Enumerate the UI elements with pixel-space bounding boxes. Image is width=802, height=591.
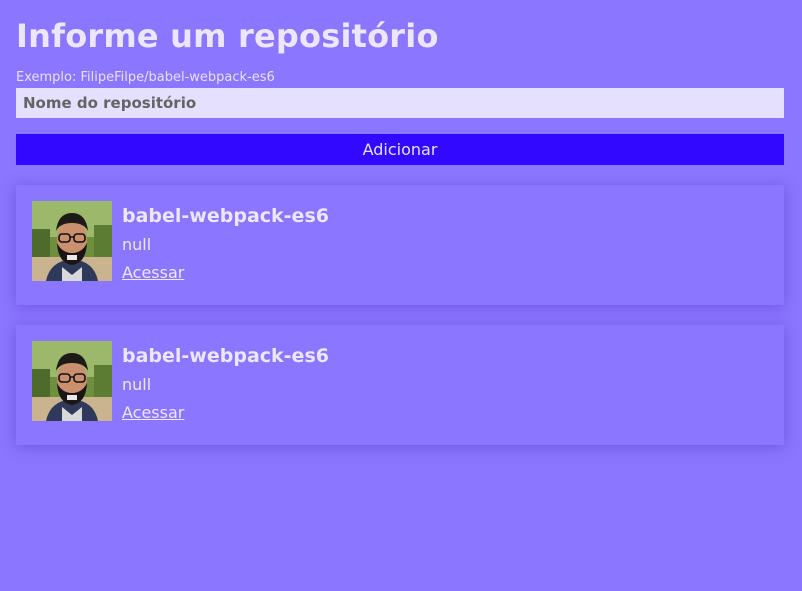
- repository-name: babel-webpack-es6: [122, 205, 329, 227]
- repository-description: null: [122, 235, 152, 254]
- repository-info: babel-webpack-es6 null Acessar: [122, 341, 329, 425]
- repository-info: babel-webpack-es6 null Acessar: [122, 201, 329, 285]
- input-hint: Exemplo: FilipeFilpe/babel-webpack-es6: [16, 70, 275, 85]
- page-title: Informe um repositório: [16, 17, 439, 55]
- app-container: Informe um repositório Exemplo: FilipeFi…: [0, 0, 802, 445]
- avatar: [32, 201, 112, 281]
- access-link[interactable]: Acessar: [122, 401, 329, 425]
- repository-name: babel-webpack-es6: [122, 345, 329, 367]
- repository-input[interactable]: [16, 88, 784, 118]
- repository-list: babel-webpack-es6 null Acessar babel-web…: [16, 185, 786, 445]
- repository-card: babel-webpack-es6 null Acessar: [16, 325, 784, 445]
- add-button[interactable]: Adicionar: [16, 134, 784, 165]
- access-link[interactable]: Acessar: [122, 261, 329, 285]
- repository-description: null: [122, 375, 152, 394]
- repository-card: babel-webpack-es6 null Acessar: [16, 185, 784, 305]
- avatar: [32, 341, 112, 421]
